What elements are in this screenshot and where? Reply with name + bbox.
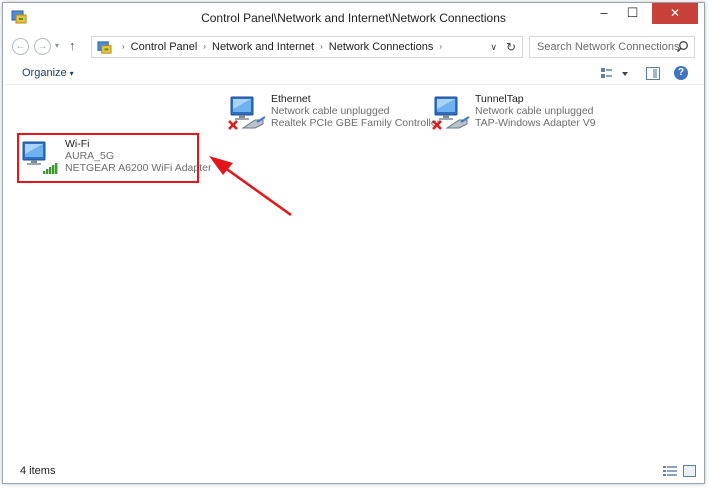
connections-list: Ethernet Network cable unplugged Realtek… <box>3 86 704 456</box>
connection-name: Ethernet <box>271 93 311 105</box>
item-count: 4 items <box>20 465 56 477</box>
minimize-button[interactable]: – <box>590 3 618 24</box>
breadcrumb-control-panel[interactable]: Control Panel <box>131 41 198 53</box>
help-button[interactable]: ? <box>674 66 688 80</box>
connection-tunneltap[interactable]: TunnelTap Network cable unplugged TAP-Wi… <box>431 93 601 135</box>
breadcrumb: › Control Panel › Network and Internet › Netw… <box>116 41 448 53</box>
chevron-down-icon: ▾ <box>69 69 74 78</box>
breadcrumb-separator-icon[interactable]: › <box>203 42 206 51</box>
address-bar[interactable]: › Control Panel › Network and Internet › Netw… <box>91 36 523 58</box>
highlight-box <box>17 133 199 183</box>
large-icons-view-icon[interactable] <box>683 465 696 477</box>
up-button[interactable]: ↑ <box>69 38 76 53</box>
forward-button[interactable]: → <box>34 38 51 55</box>
annotation-arrow-icon <box>209 156 292 217</box>
breadcrumb-network-and-internet[interactable]: Network and Internet <box>212 41 314 53</box>
breadcrumb-separator-icon[interactable]: › <box>439 42 442 51</box>
navigation-bar: ← → ▾ ↑ › Control Panel › Network and Inter… <box>3 33 704 61</box>
connection-status: Network cable unplugged <box>271 105 390 117</box>
change-view-icon[interactable] <box>600 67 630 81</box>
refresh-button[interactable]: ↻ <box>506 40 516 54</box>
connection-details: Ethernet Network cable unplugged Realtek… <box>271 93 440 129</box>
connection-adapter: TAP-Windows Adapter V9 <box>475 117 596 129</box>
tap-adapter-disconnected-icon <box>432 96 470 130</box>
address-dropdown-button[interactable]: ∨ <box>490 42 497 53</box>
connection-name: TunnelTap <box>475 93 524 105</box>
search-placeholder: Search Network Connections <box>537 41 680 53</box>
back-button[interactable]: ← <box>12 38 29 55</box>
connection-status: Network cable unplugged <box>475 105 594 117</box>
search-icon[interactable] <box>676 40 689 53</box>
maximize-button[interactable]: ☐ <box>619 3 646 24</box>
breadcrumb-network-connections[interactable]: Network Connections <box>329 41 434 53</box>
recent-locations-button[interactable]: ▾ <box>55 41 59 50</box>
connection-adapter: Realtek PCIe GBE Family Controller <box>271 117 441 129</box>
connection-details: TunnelTap Network cable unplugged TAP-Wi… <box>475 93 596 129</box>
search-input[interactable]: Search Network Connections <box>529 36 695 58</box>
status-bar: 4 items <box>3 458 704 484</box>
close-button[interactable]: ✕ <box>652 3 698 24</box>
breadcrumb-separator-icon[interactable]: › <box>122 42 125 51</box>
control-panel-icon <box>97 41 112 54</box>
breadcrumb-separator-icon[interactable]: › <box>320 42 323 51</box>
preview-pane-button[interactable] <box>646 67 660 80</box>
command-bar: Organize ▾ ? <box>3 63 704 85</box>
organize-label: Organize <box>22 67 67 79</box>
connection-ethernet[interactable]: Ethernet Network cable unplugged Realtek… <box>227 93 440 135</box>
organize-button[interactable]: Organize ▾ <box>22 67 74 79</box>
explorer-window: Control Panel\Network and Internet\Netwo… <box>2 2 705 484</box>
details-view-icon[interactable] <box>663 465 677 477</box>
ethernet-disconnected-icon <box>228 96 266 130</box>
title-bar: Control Panel\Network and Internet\Netwo… <box>3 3 704 31</box>
